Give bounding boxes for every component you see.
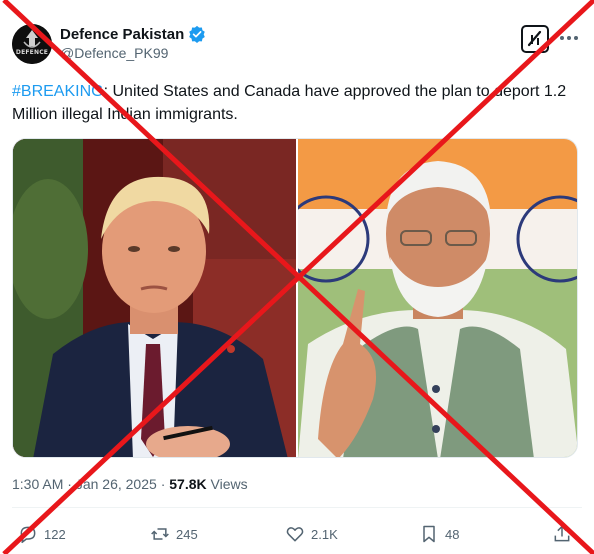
avatar[interactable]: DEFENCE [12, 24, 52, 64]
bookmark-count: 48 [445, 526, 460, 542]
divider [12, 507, 582, 508]
media-grid [12, 138, 578, 458]
like-button[interactable]: 2.1K [285, 524, 338, 544]
man-in-vest-photo [298, 139, 577, 457]
grok-button[interactable] [521, 25, 549, 53]
grok-icon [527, 30, 542, 47]
share-button[interactable] [552, 524, 578, 544]
tweet-time[interactable]: 1:30 AM [12, 476, 63, 492]
man-in-suit-photo [13, 139, 296, 457]
bookmark-icon [423, 525, 435, 543]
reply-icon [20, 526, 36, 544]
tweet-meta: 1:30 AM · Jan 26, 2025 · 57.8K Views [12, 476, 248, 492]
bookmark-button[interactable]: 48 [419, 524, 459, 544]
share-icon [554, 525, 570, 542]
tweet-text: #BREAKING: United States and Canada have… [12, 80, 572, 126]
views-count: 57.8K [169, 476, 207, 492]
photo-right[interactable] [298, 139, 577, 457]
tweet-date[interactable]: Jan 26, 2025 [76, 476, 157, 492]
verified-badge-icon [189, 25, 206, 43]
author-name-row: Defence Pakistan [60, 25, 206, 43]
author-handle[interactable]: @Defence_PK99 [60, 45, 168, 61]
reply-count: 122 [44, 526, 66, 542]
meta-separator: · [160, 476, 166, 492]
like-icon [286, 527, 304, 542]
repost-icon [151, 528, 169, 540]
meta-separator: · [67, 476, 72, 492]
repost-count: 245 [176, 526, 198, 542]
reply-button[interactable]: 122 [18, 524, 66, 544]
author-display-name[interactable]: Defence Pakistan [60, 26, 184, 43]
avatar-emblem-icon [12, 24, 52, 64]
hashtag-link[interactable]: #BREAKING [12, 83, 104, 100]
repost-button[interactable]: 245 [150, 524, 198, 544]
like-count: 2.1K [311, 526, 338, 542]
avatar-label: DEFENCE [15, 49, 49, 56]
photo-left[interactable] [13, 139, 296, 457]
views-label: Views [210, 476, 248, 492]
more-icon[interactable] [558, 28, 580, 48]
